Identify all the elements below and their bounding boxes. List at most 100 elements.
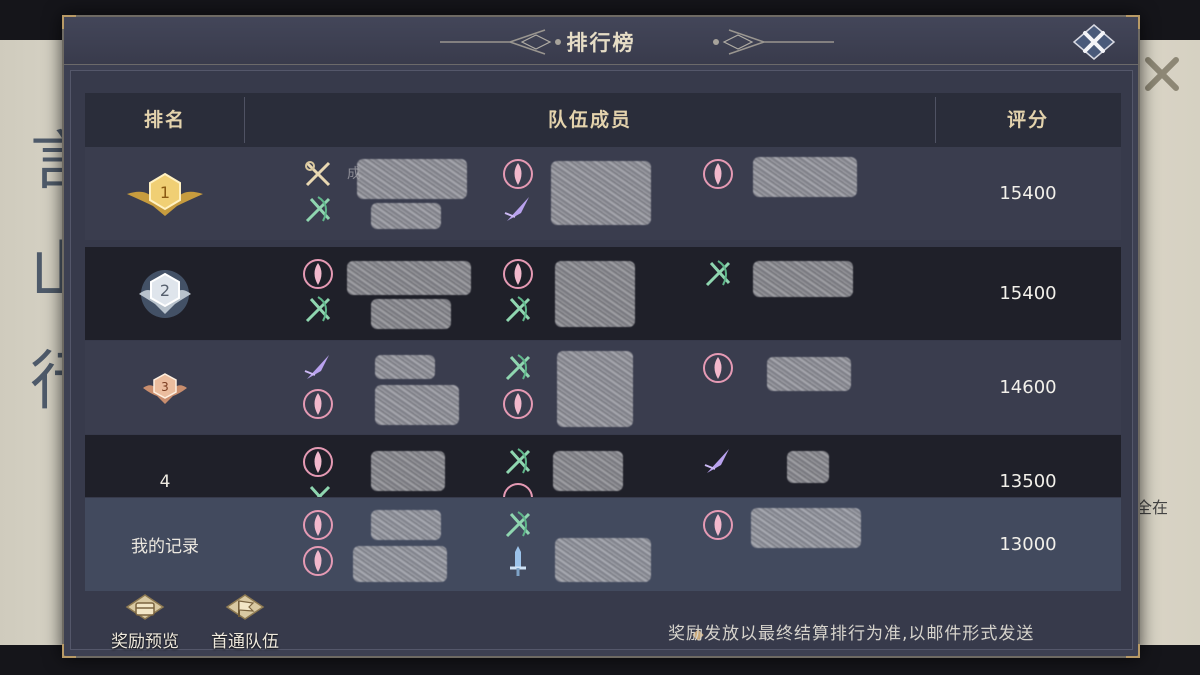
team-member xyxy=(691,351,871,427)
reward-notice: 奖励发放以最终结算排行为准,以邮件形式发送 xyxy=(668,624,1035,644)
close-x-icon xyxy=(1072,24,1116,60)
team-member xyxy=(691,157,871,233)
team-member xyxy=(491,508,671,584)
purple-blade-icon xyxy=(501,193,535,227)
title-ornament-right-icon xyxy=(713,29,834,55)
medal-number: 3 xyxy=(161,380,169,394)
pink-flame-icon xyxy=(301,508,335,542)
score-cell: 14600 xyxy=(999,377,1057,398)
pink-flame-icon xyxy=(301,544,335,578)
jade-swords-icon xyxy=(301,193,335,227)
team-member xyxy=(291,445,471,497)
team-member xyxy=(291,257,471,333)
first-clear-team-button[interactable]: 首通队伍 xyxy=(200,593,290,653)
pink-flame-icon xyxy=(501,481,535,497)
censored-name xyxy=(553,451,623,491)
leaderboard-dialog: 排行榜 排名 队伍成员 评分 1 成 15400 2 15400 3 14600… xyxy=(62,15,1140,658)
my-record-row[interactable]: 我的记录 13000 xyxy=(85,498,1121,591)
censored-name xyxy=(375,355,435,379)
team-member xyxy=(491,157,671,233)
scissors-crossed-icon xyxy=(301,157,335,191)
banner-flag-icon xyxy=(225,594,265,620)
header-members: 队伍成员 xyxy=(547,109,632,131)
my-record-label: 我的记录 xyxy=(131,537,199,557)
censored-name xyxy=(371,299,451,329)
team-member xyxy=(291,351,471,427)
table-row[interactable]: 3 14600 xyxy=(85,341,1121,434)
first-clear-team-label: 首通队伍 xyxy=(211,632,279,652)
censored-name xyxy=(371,451,445,491)
pink-flame-icon xyxy=(301,257,335,291)
censored-name xyxy=(551,161,651,225)
table-header: 排名 队伍成员 评分 xyxy=(85,93,1121,147)
score-cell: 15400 xyxy=(999,283,1057,304)
team-member xyxy=(291,508,471,584)
pink-flame-icon xyxy=(701,508,735,542)
purple-blade-icon xyxy=(301,351,335,385)
pink-flame-icon xyxy=(301,445,335,479)
censored-name xyxy=(357,159,467,199)
censored-name xyxy=(753,261,853,297)
censored-name xyxy=(347,261,471,295)
pink-flame-icon xyxy=(701,351,735,385)
team-member xyxy=(491,257,671,333)
reward-preview-button[interactable]: 奖励预览 xyxy=(100,593,190,653)
score-cell: 13000 xyxy=(999,534,1057,555)
censored-name xyxy=(371,510,441,540)
censored-name xyxy=(787,451,829,483)
table-row[interactable]: 2 15400 xyxy=(85,247,1121,340)
header-score: 评分 xyxy=(1006,109,1049,131)
blue-sword-icon xyxy=(501,544,535,578)
close-button[interactable] xyxy=(1072,23,1116,61)
pink-flame-icon xyxy=(501,257,535,291)
pink-flame-icon xyxy=(301,387,335,421)
header-rank: 排名 xyxy=(143,109,186,131)
pink-flame-icon xyxy=(701,157,735,191)
medal-number: 1 xyxy=(160,183,170,202)
team-member xyxy=(691,445,871,497)
jade-swords-icon xyxy=(501,508,535,542)
censored-name xyxy=(371,203,441,229)
rank-number: 4 xyxy=(159,471,171,492)
team-member: 成 xyxy=(291,157,471,233)
rank-cell: 2 xyxy=(85,247,245,340)
jade-swords-icon xyxy=(301,293,335,327)
jade-swords-icon xyxy=(501,445,535,479)
rank-cell: 3 xyxy=(85,341,245,434)
background-side-text: 全在 xyxy=(1136,498,1169,517)
censored-name xyxy=(751,508,861,548)
reward-preview-label: 奖励预览 xyxy=(111,632,179,652)
table-row[interactable]: 4 13500 xyxy=(85,435,1121,497)
leaderboard-panel: 排名 队伍成员 评分 1 成 15400 2 15400 3 14600 4 1… xyxy=(70,70,1133,650)
team-member xyxy=(691,508,871,584)
dialog-header: 排行榜 xyxy=(64,17,1138,65)
jade-swords-icon xyxy=(501,351,535,385)
bronze-medal-icon: 3 xyxy=(143,372,187,404)
censored-name xyxy=(353,546,447,582)
pink-flame-icon xyxy=(501,157,535,191)
censored-name xyxy=(753,157,857,197)
table-row[interactable]: 1 成 15400 xyxy=(85,147,1121,240)
jade-swords-icon xyxy=(701,257,735,291)
dialog-title: 排行榜 xyxy=(566,31,636,55)
rank-cell: 1 xyxy=(85,147,245,240)
team-member xyxy=(491,351,671,427)
censored-name xyxy=(555,261,635,327)
jade-swords-icon xyxy=(301,481,335,497)
score-cell: 13500 xyxy=(999,471,1057,492)
treasure-chest-icon xyxy=(125,594,165,620)
team-member xyxy=(691,257,871,333)
censored-name xyxy=(557,351,633,427)
score-cell: 15400 xyxy=(999,183,1057,204)
censored-name xyxy=(767,357,851,391)
background-close-icon xyxy=(1145,57,1179,91)
silver-medal-icon: 2 xyxy=(139,269,191,318)
pink-flame-icon xyxy=(501,387,535,421)
gold-medal-icon: 1 xyxy=(127,172,203,216)
censored-name xyxy=(555,538,651,582)
team-member xyxy=(491,445,671,497)
censored-name xyxy=(375,385,459,425)
medal-number: 2 xyxy=(160,281,170,300)
jade-swords-icon xyxy=(501,293,535,327)
purple-blade-icon xyxy=(701,445,735,479)
